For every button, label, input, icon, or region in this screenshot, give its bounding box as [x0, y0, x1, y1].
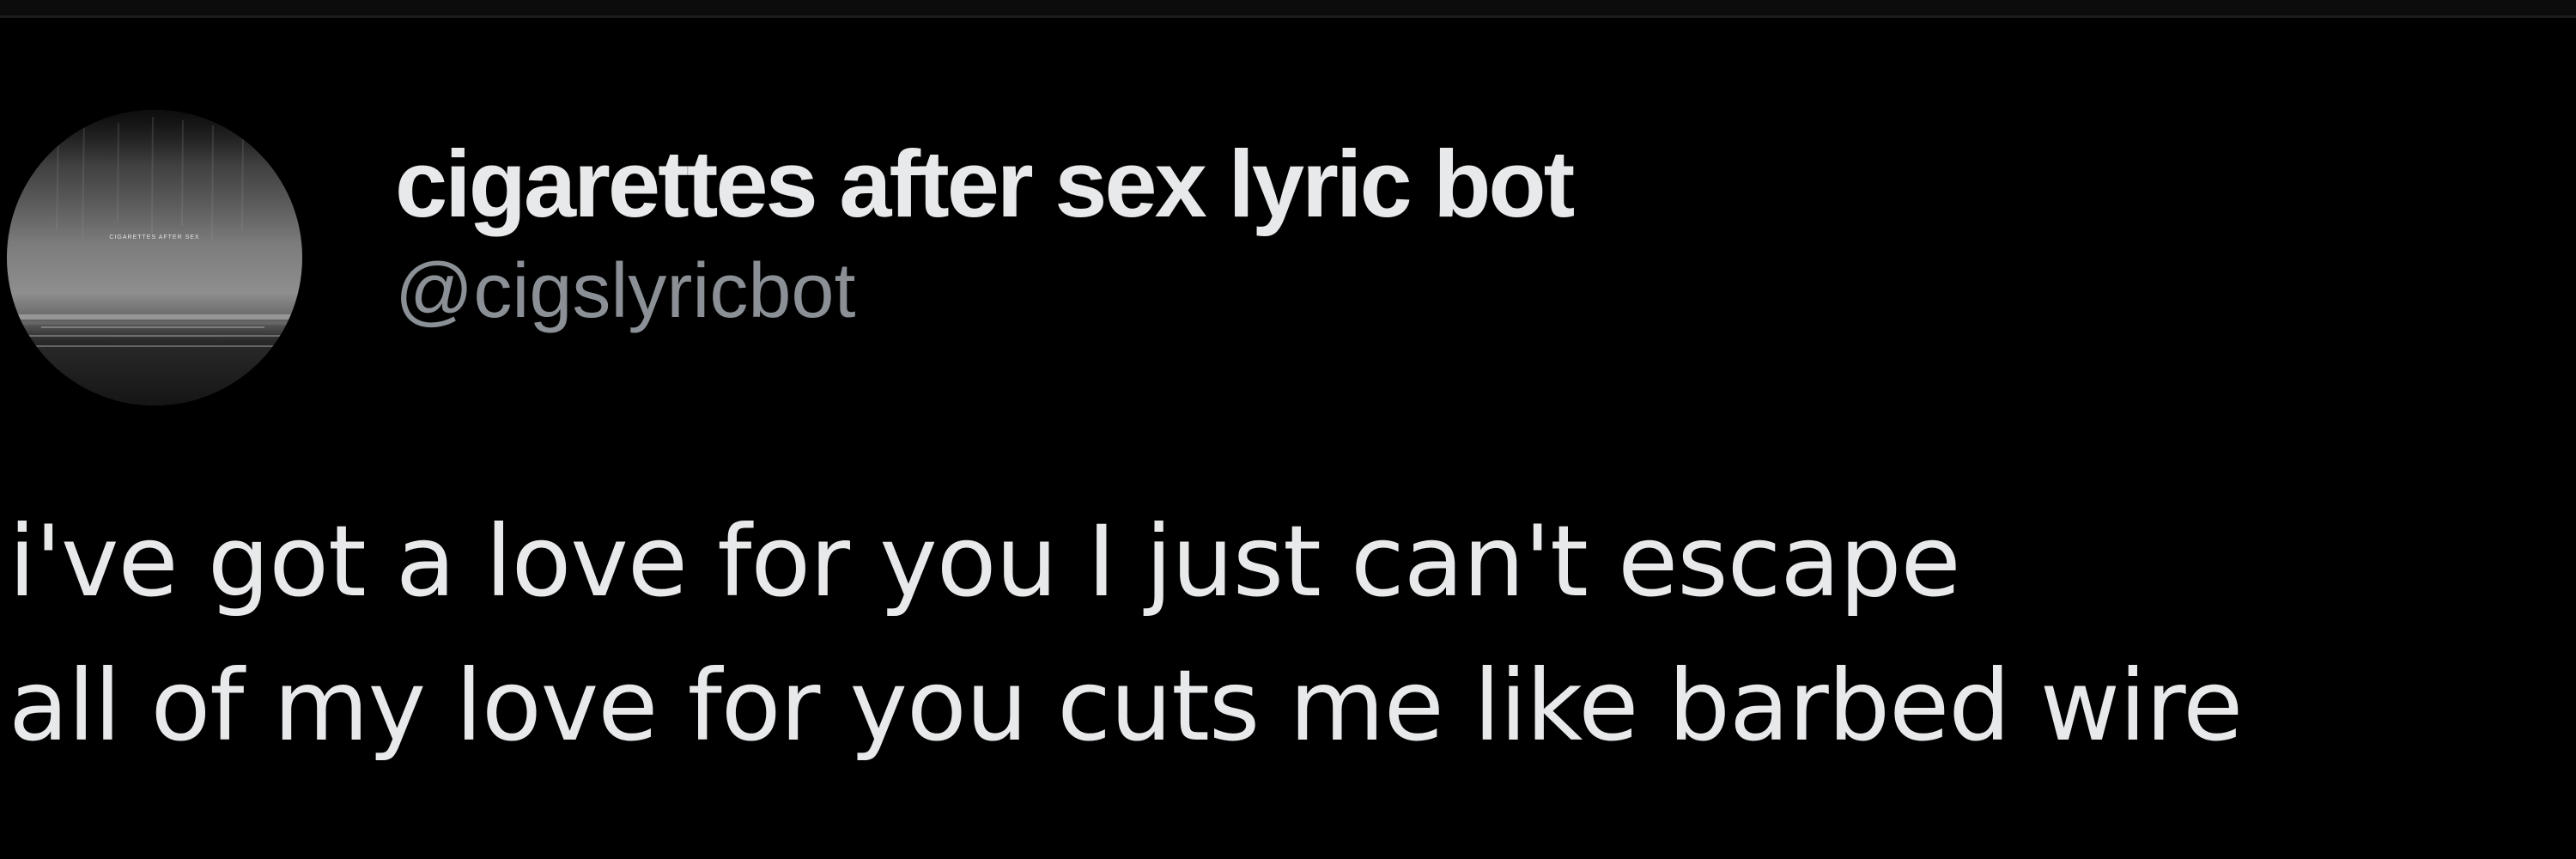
tweet-card: CIGARETTES AFTER SEX cigarettes after se…	[0, 0, 2576, 859]
album-cover-avatar-icon: CIGARETTES AFTER SEX	[7, 110, 302, 405]
tweet-text-line: all of my love for you cuts me like barb…	[9, 649, 2243, 763]
display-name[interactable]: cigarettes after sex lyric bot	[395, 129, 1575, 241]
tweet-text: i've got a love for you I just can't esc…	[9, 490, 2567, 778]
user-handle[interactable]: @cigslyricbot	[395, 244, 1572, 338]
profile-avatar[interactable]: CIGARETTES AFTER SEX	[7, 110, 302, 405]
svg-text:CIGARETTES AFTER SEX: CIGARETTES AFTER SEX	[109, 235, 199, 241]
user-info: cigarettes after sex lyric bot @cigslyri…	[395, 129, 1575, 338]
tweet-text-line: i've got a love for you I just can't esc…	[9, 504, 1961, 618]
